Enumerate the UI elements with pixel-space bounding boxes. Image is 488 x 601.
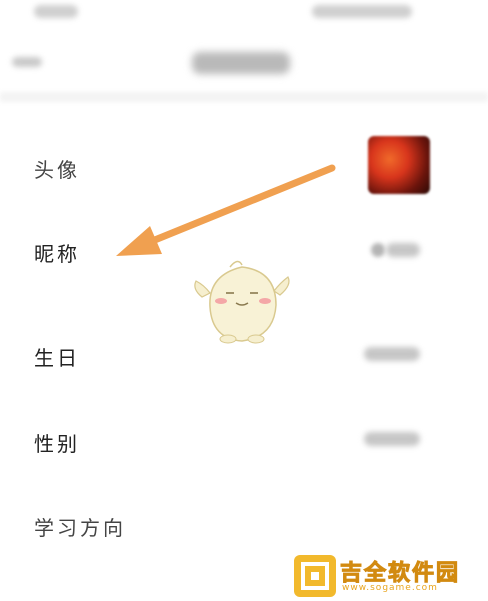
watermark-subtext: www.sogame.com (342, 583, 438, 593)
row-birthday-label: 生日 (34, 346, 80, 370)
watermark-logo-icon (294, 555, 336, 597)
mascot-sticker-icon (194, 260, 290, 344)
status-time (34, 5, 78, 18)
nickname-value[interactable] (386, 243, 420, 257)
section-divider (0, 92, 488, 102)
gender-value[interactable] (364, 432, 420, 446)
status-icons (312, 5, 412, 18)
header (0, 36, 488, 90)
row-avatar-label: 头像 (34, 158, 80, 182)
nickname-icon (371, 243, 385, 257)
watermark-logo: 吉全软件园 www.sogame.com (290, 553, 480, 599)
row-nickname-label: 昵称 (34, 242, 80, 266)
row-gender-label: 性别 (34, 432, 80, 456)
row-study-direction-label: 学习方向 (34, 516, 126, 540)
arrow-annotation (116, 164, 336, 256)
page-title (192, 52, 290, 74)
back-button[interactable] (12, 57, 42, 67)
status-bar (0, 0, 488, 30)
avatar[interactable] (368, 136, 430, 194)
birthday-value[interactable] (364, 347, 420, 361)
